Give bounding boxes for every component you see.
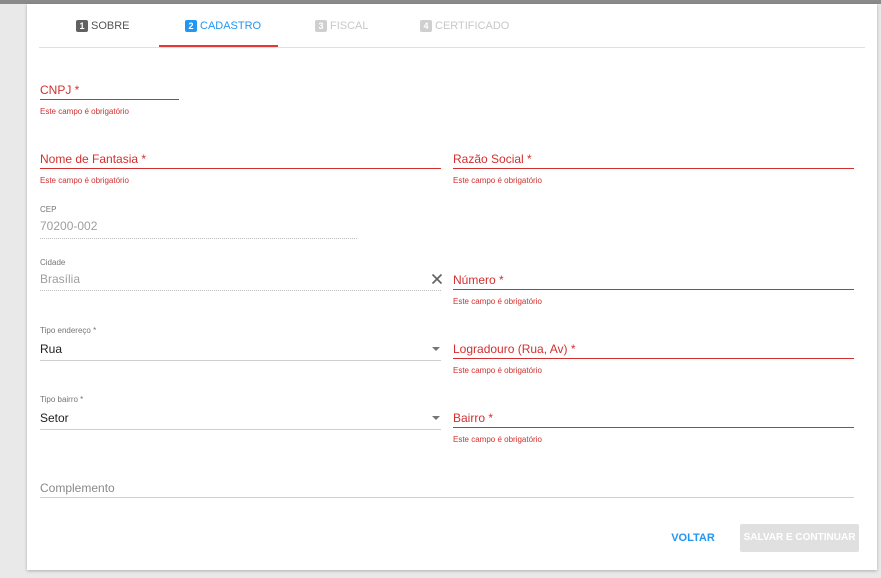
cep-field: CEP 70200-002 [40,205,357,241]
cnpj-field[interactable]: CNPJ * Este campo é obrigatório [40,82,179,118]
complemento-input[interactable]: Complemento [40,479,854,499]
tipo-endereco-value: Rua [40,342,63,356]
step-number-4: 4 [420,19,432,32]
tipo-bairro-underline [40,429,441,430]
logradouro-label: Logradouro (Rua, Av) * [453,342,576,356]
cidade-field: Cidade Brasília [40,258,443,294]
numero-field[interactable]: Número * Este campo é obrigatório [453,272,854,308]
cnpj-underline [40,99,179,100]
tab-fiscal: 3 FISCAL [315,4,369,47]
active-tab-indicator [159,45,278,47]
tab-cadastro-label: CADASTRO [200,19,262,32]
razao-social-underline [453,168,854,169]
nome-fantasia-error: Este campo é obrigatório [40,176,129,185]
voltar-button[interactable]: VOLTAR [666,525,720,551]
step-number-2: 2 [185,19,197,32]
tab-sobre[interactable]: 1 SOBRE [76,4,130,47]
logradouro-error: Este campo é obrigatório [453,366,542,375]
complemento-placeholder: Complemento [40,481,115,495]
nome-fantasia-label: Nome de Fantasia * [40,152,147,166]
razao-social-field[interactable]: Razão Social * Este campo é obrigatório [453,151,854,187]
cep-underline [40,238,357,239]
cep-value: 70200-002 [40,219,98,233]
cnpj-error: Este campo é obrigatório [40,107,129,116]
tipo-bairro-label: Tipo bairro * [40,395,84,404]
tipo-bairro-chevron-down-icon [432,416,440,420]
logradouro-underline [453,358,854,359]
cep-label: CEP [40,205,57,214]
tipo-endereco-label: Tipo endereço * [40,326,97,335]
bairro-label: Bairro * [453,411,494,425]
tab-certificado: 4 CERTIFICADO [420,4,509,47]
step-number-1: 1 [76,19,88,32]
bairro-error: Este campo é obrigatório [453,435,542,444]
stepper-tabs: 1 SOBRE 2 CADASTRO 3 FISCAL 4 CERTIFICAD… [39,4,865,48]
tipo-bairro-value: Setor [40,411,69,425]
razao-social-error: Este campo é obrigatório [453,176,542,185]
cnpj-label: CNPJ * [40,83,80,97]
clear-icon[interactable] [431,273,443,285]
tipo-bairro-select[interactable]: Tipo bairro * Setor [40,395,441,431]
numero-error: Este campo é obrigatório [453,297,542,306]
razao-social-label: Razão Social * [453,152,532,166]
nome-fantasia-field[interactable]: Nome de Fantasia * Este campo é obrigató… [40,151,441,187]
numero-underline [453,289,854,290]
cidade-value: Brasília [40,272,81,286]
step-number-3: 3 [315,19,327,32]
salvar-e-continuar-button: SALVAR E CONTINUAR [740,524,859,552]
cidade-underline [40,290,441,291]
bairro-field[interactable]: Bairro * Este campo é obrigatório [453,410,854,446]
bairro-underline [453,427,854,428]
tab-cadastro[interactable]: 2 CADASTRO [185,4,261,47]
tipo-endereco-select[interactable]: Tipo endereço * Rua [40,326,441,362]
tab-sobre-label: SOBRE [91,19,130,32]
complemento-underline [40,497,854,498]
tab-certificado-label: CERTIFICADO [435,19,510,32]
tipo-endereco-chevron-down-icon [432,347,440,351]
tipo-endereco-underline [40,360,441,361]
numero-label: Número * [453,273,504,287]
logradouro-field[interactable]: Logradouro (Rua, Av) * Este campo é obri… [453,341,854,377]
registration-card: 1 SOBRE 2 CADASTRO 3 FISCAL 4 CERTIFICAD… [27,4,877,570]
tab-fiscal-label: FISCAL [330,19,369,32]
cidade-label: Cidade [40,258,66,267]
nome-fantasia-underline [40,168,441,169]
